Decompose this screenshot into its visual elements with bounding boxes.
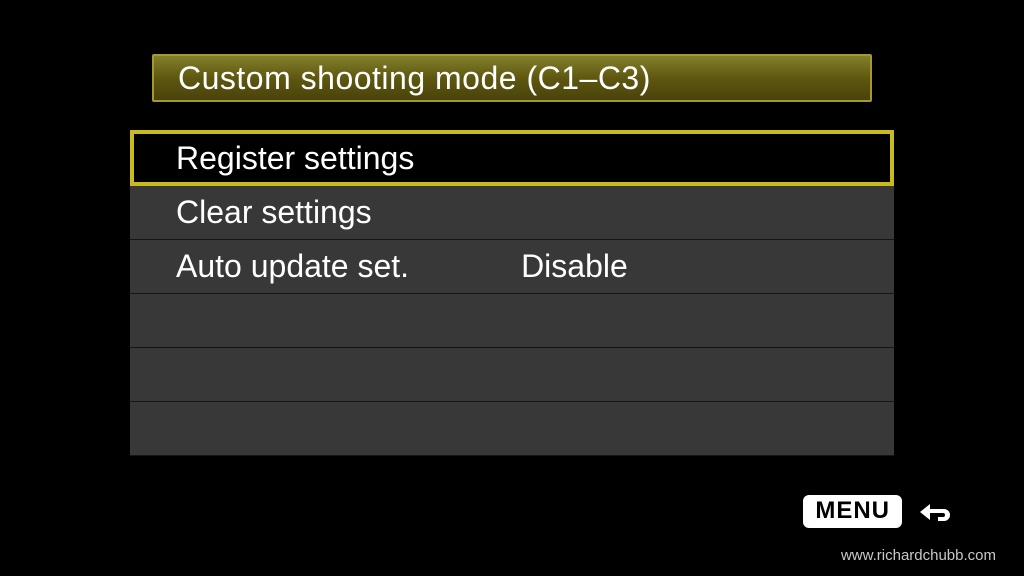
menu-item-label: Auto update set.: [176, 248, 409, 285]
title-bar: Custom shooting mode (C1–C3): [152, 54, 872, 102]
menu-item-register-settings[interactable]: Register settings: [130, 130, 894, 186]
watermark: www.richardchubb.com: [841, 547, 996, 564]
menu-item-auto-update[interactable]: Auto update set. Disable: [130, 240, 894, 294]
page-title: Custom shooting mode (C1–C3): [178, 60, 651, 97]
back-icon[interactable]: [914, 498, 954, 526]
camera-menu-screen: Custom shooting mode (C1–C3) Register se…: [0, 0, 1024, 576]
menu-button[interactable]: MENU: [803, 495, 902, 528]
menu-item-label: Clear settings: [176, 194, 372, 231]
menu-item-label: Register settings: [176, 140, 414, 177]
menu-item-empty: [130, 402, 894, 456]
menu-item-value: Disable: [521, 248, 628, 285]
menu-item-empty: [130, 348, 894, 402]
menu-item-clear-settings[interactable]: Clear settings: [130, 186, 894, 240]
menu-list: Register settings Clear settings Auto up…: [130, 130, 894, 456]
menu-item-empty: [130, 294, 894, 348]
footer-hint: MENU: [803, 495, 954, 528]
